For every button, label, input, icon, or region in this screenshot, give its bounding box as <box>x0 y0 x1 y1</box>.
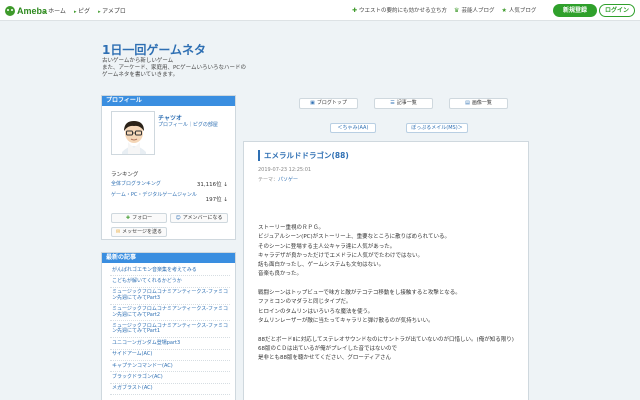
list-item[interactable]: キャプテンコマンドー(AC) <box>110 361 230 373</box>
list-item[interactable]: こどもが解いてくれるかどうか <box>110 276 230 288</box>
recent-posts-heading: 最新の記事 <box>102 253 235 263</box>
global-nav: ホーム ピグ アメプロ <box>44 6 126 15</box>
avatar[interactable] <box>111 111 155 155</box>
amember-icon: ☺ <box>175 215 181 221</box>
next-article-link[interactable]: ぼっぷるメイル(MS)＞ <box>406 123 468 133</box>
article-paragraph: 戦闘シーンはトップビューで味方と敵がテコテコ移動をし接触すると攻撃となる。 ファ… <box>258 290 461 324</box>
profile-links[interactable]: プロフィール｜ピグの部屋 <box>158 121 218 128</box>
register-button[interactable]: 新規登録 <box>553 4 597 17</box>
mail-icon: ✉ <box>115 229 121 235</box>
header-link-promo[interactable]: ✚ ウエストの要約にも効かせる立ち方 <box>352 6 447 14</box>
profile-heading: プロフィール <box>102 96 235 106</box>
recent-posts-list: がんばれゴエモン音楽集を考えてみる こどもが解いてくれるかどうか ミュージックフ… <box>102 263 235 396</box>
article-theme: テーマ：パソゲー <box>258 177 299 183</box>
ameba-logo[interactable]: Ameba <box>5 4 47 17</box>
profile-box: プロフィール チャツオ プロフィール｜ピグの部屋 ランキング 全体ブログランキン… <box>101 95 236 240</box>
list-item[interactable]: ユニコーンガンダム登場part3 <box>110 338 230 350</box>
ranking-genre-label[interactable]: ゲーム・PC・デジタルゲームジャンル <box>111 191 197 203</box>
plus-icon: ✚ <box>125 215 131 221</box>
article: エメラルドドラゴン(88) 2019-07-23 12:25:01 テーマ：パソ… <box>243 141 529 400</box>
tab-image-list[interactable]: ▤ 画像一覧 <box>449 98 508 109</box>
article-theme-link[interactable]: パソゲー <box>278 177 298 183</box>
login-button[interactable]: ログイン <box>599 4 635 17</box>
article-body: ストーリー重視のＲＰＧ。 ビジュアルシーン(PC)がストーリー上、重要なところに… <box>258 224 523 373</box>
article-date: 2019-07-23 12:25:01 <box>258 167 312 173</box>
ranking-genre: ゲーム・PC・デジタルゲームジャンル 197位 ↓ <box>111 191 228 203</box>
article-paragraph: ストーリー重視のＲＰＧ。 ビジュアルシーン(PC)がストーリー上、重要なところに… <box>258 225 450 278</box>
list-item[interactable]: ミュージックフロムコナミアンティークス-ファミコン先週にてみてPart3 <box>110 288 230 305</box>
blog-tabs: ▣ ブログトップ ☰ 記事一覧 ▤ 画像一覧 <box>299 98 508 109</box>
list-icon: ☰ <box>390 100 395 106</box>
ranking-overall-value: 31,116位 ↓ <box>196 182 228 188</box>
follow-button[interactable]: ✚ フォロー <box>111 213 167 223</box>
nav-pigg[interactable]: ピグ <box>74 6 90 15</box>
ranking-genre-value: 197位 ↓ <box>205 197 228 203</box>
star-icon: ★ <box>501 7 507 14</box>
logo-text: Ameba <box>17 5 48 16</box>
tab-article-list[interactable]: ☰ 記事一覧 <box>374 98 433 109</box>
global-header: Ameba ホーム ピグ アメプロ ✚ウエストの要約にも効かせる立ち方 ♛芸能人… <box>0 0 640 21</box>
article-title[interactable]: エメラルドドラゴン(88) <box>258 150 349 161</box>
header-links: ✚ ウエストの要約にも効かせる立ち方 ♛ 芸能人ブログ ★ 人気ブログ <box>352 6 536 14</box>
blog-title[interactable]: 1日一回ゲームネタ <box>102 41 206 58</box>
crown-icon: ♛ <box>454 7 460 14</box>
header-link-celebrity[interactable]: ♛ 芸能人ブログ <box>454 6 494 14</box>
ranking-overall: 全体ブログランキング 31,116位 ↓ <box>111 180 228 188</box>
plus-icon: ✚ <box>352 7 358 14</box>
list-item[interactable]: ミュージックフロムコナミアンティークス-ファミコン先週にてみてPart2 <box>110 305 230 322</box>
ameba-logo-icon <box>5 5 15 16</box>
header-link-popular[interactable]: ★ 人気ブログ <box>501 6 536 14</box>
avatar-image <box>112 112 154 154</box>
list-item[interactable]: ミュージックフロムコナミアンティークス-ファミコン先週にてみてPart1 <box>110 321 230 339</box>
blog-icon: ▣ <box>310 100 315 106</box>
list-item[interactable]: がんばれゴエモン音楽集を考えてみる <box>110 265 230 277</box>
nav-amepro[interactable]: アメプロ <box>98 6 126 15</box>
recent-posts-box: 最新の記事 がんばれゴエモン音楽集を考えてみる こどもが解いてくれるかどうか ミ… <box>101 252 236 400</box>
list-item[interactable]: メガブラスト(AC) <box>110 384 230 396</box>
prev-article-link[interactable]: ＜ちゃみ(AA) <box>330 123 376 133</box>
blog-description: 古いゲームから新しいゲーム また、アーケード、家庭用、PCゲームいろいろなハード… <box>102 58 246 78</box>
nav-home[interactable]: ホーム <box>44 6 66 15</box>
image-icon: ▤ <box>465 100 470 106</box>
article-paragraph: 88だとボードⅡに対応してステレオサウンドなのにサントラが出ていないのが口惜しい… <box>258 336 514 362</box>
amember-button[interactable]: ☺ アメンバーになる <box>170 213 228 223</box>
list-item[interactable]: ブラックドラゴン(AC) <box>110 372 230 384</box>
tab-blog-top[interactable]: ▣ ブログトップ <box>299 98 358 109</box>
message-button[interactable]: ✉ メッセージを送る <box>111 227 167 237</box>
ranking-overall-label[interactable]: 全体ブログランキング <box>111 180 161 188</box>
list-item[interactable]: サイドアーム(AC) <box>110 350 230 362</box>
ranking-label: ランキング <box>111 172 139 178</box>
